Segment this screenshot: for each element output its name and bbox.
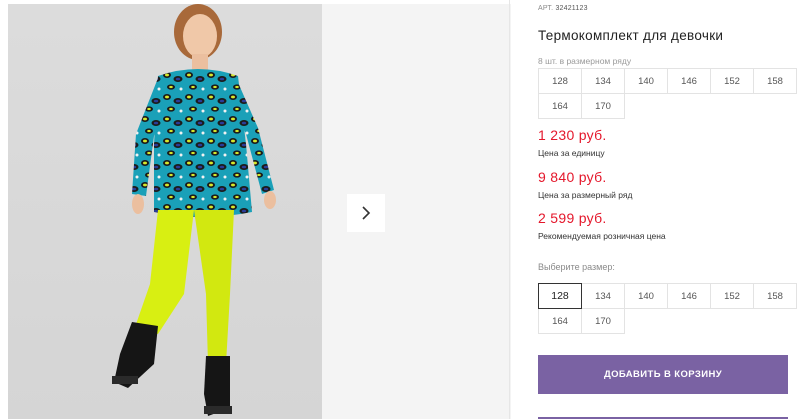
sku: АРТ. 32421123 [538, 5, 588, 12]
row-price-caption: Цена за размерный ряд [538, 190, 633, 200]
size-row-cell: 140 [624, 68, 668, 94]
sku-number: 32421123 [555, 5, 588, 12]
product-gallery [8, 4, 511, 419]
size-option[interactable]: 164 [538, 308, 582, 334]
product-photo[interactable] [8, 4, 322, 419]
size-option[interactable]: 158 [753, 283, 797, 309]
size-option[interactable]: 134 [581, 283, 625, 309]
retail-price-caption: Рекомендуемая розничная цена [538, 231, 666, 241]
size-row-cell: 152 [710, 68, 754, 94]
size-row-note: 8 шт. в размерном ряду [538, 56, 632, 66]
unit-price-caption: Цена за единицу [538, 148, 605, 158]
size-row-cell: 146 [667, 68, 711, 94]
size-row-cell: 128 [538, 68, 582, 94]
product-title: Термокомплект для девочки [538, 28, 724, 43]
choose-size-label: Выберите размер: [538, 262, 615, 272]
product-page: АРТ. 32421123 Термокомплект для девочки … [0, 0, 800, 419]
size-option[interactable]: 146 [667, 283, 711, 309]
next-image-button[interactable] [347, 194, 385, 232]
size-row-cell: 134 [581, 68, 625, 94]
unit-price: 1 230 руб. [538, 127, 607, 143]
size-row-cell: 164 [538, 93, 582, 119]
size-selector: 128 134 140 146 152 158 164 170 [538, 283, 797, 334]
add-to-cart-button[interactable]: ДОБАВИТЬ В КОРЗИНУ [538, 355, 788, 394]
sku-label: АРТ. [538, 5, 554, 12]
size-option-selected[interactable]: 128 [538, 283, 582, 309]
size-row-grid: 128 134 140 146 152 158 164 170 [538, 68, 797, 119]
divider [509, 0, 510, 419]
size-option[interactable]: 140 [624, 283, 668, 309]
size-option[interactable]: 170 [581, 308, 625, 334]
size-option[interactable]: 152 [710, 283, 754, 309]
chevron-right-icon [362, 206, 371, 220]
girl-in-thermal-set-image [112, 4, 276, 416]
size-row-cell: 158 [753, 68, 797, 94]
row-price: 9 840 руб. [538, 169, 607, 185]
size-row-cell: 170 [581, 93, 625, 119]
retail-price: 2 599 руб. [538, 210, 607, 226]
